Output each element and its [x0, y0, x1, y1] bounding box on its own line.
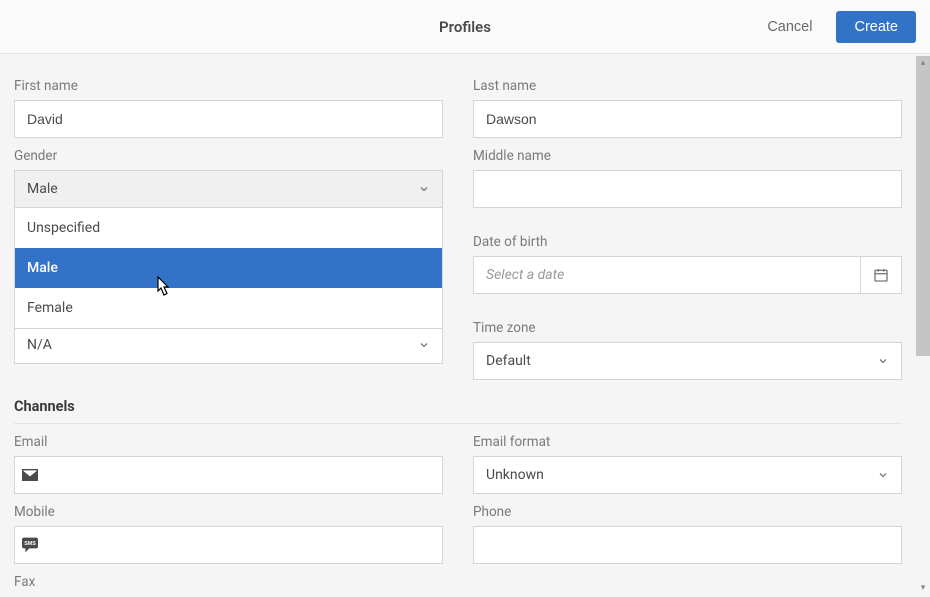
- first-name-label: First name: [14, 78, 443, 94]
- email-field: [14, 456, 443, 494]
- row-gender-middle: Gender Male Unspecified Male Female N/A: [14, 138, 902, 380]
- create-button[interactable]: Create: [836, 11, 916, 43]
- email-format-select[interactable]: Unknown: [473, 456, 902, 494]
- dob-label: Date of birth: [473, 234, 902, 250]
- mobile-field: SMS: [14, 526, 443, 564]
- gender-option-unspecified[interactable]: Unspecified: [15, 208, 442, 248]
- row-email: Email Email format Unknown: [14, 424, 902, 494]
- sms-icon: SMS: [22, 538, 38, 553]
- email-input[interactable]: [14, 456, 443, 494]
- chevron-down-icon: [877, 469, 889, 481]
- row-fax: Fax: [14, 564, 902, 596]
- email-label: Email: [14, 434, 443, 450]
- dob-field: Select a date: [473, 256, 902, 294]
- chevron-down-icon: [418, 183, 430, 195]
- channels-section-title: Channels: [14, 398, 902, 424]
- row-names: First name Last name: [14, 68, 902, 138]
- middle-name-label: Middle name: [473, 148, 902, 164]
- gender-option-female[interactable]: Female: [15, 288, 442, 328]
- page-title: Profiles: [439, 18, 491, 36]
- na-select[interactable]: N/A: [14, 326, 443, 364]
- phone-input[interactable]: [473, 526, 902, 564]
- svg-text:SMS: SMS: [24, 541, 36, 547]
- timezone-label: Time zone: [473, 320, 902, 336]
- row-mobile-phone: Mobile SMS Phone: [14, 494, 902, 564]
- na-select-value: N/A: [27, 337, 52, 353]
- timezone-select-value: Default: [486, 353, 531, 369]
- gender-select-value: Male: [27, 181, 58, 197]
- gender-option-male[interactable]: Male: [15, 248, 442, 288]
- form-body: First name Last name Gender Male Unspeci…: [0, 54, 916, 597]
- timezone-select[interactable]: Default: [473, 342, 902, 380]
- na-select-display[interactable]: N/A: [14, 326, 443, 364]
- header-actions: Cancel Create: [753, 11, 916, 43]
- chevron-down-icon: [418, 339, 430, 351]
- first-name-input[interactable]: [14, 100, 443, 138]
- fax-label: Fax: [14, 574, 443, 590]
- calendar-button[interactable]: [860, 256, 902, 294]
- gender-label: Gender: [14, 148, 443, 164]
- dialog-header: Profiles Cancel Create: [0, 0, 930, 54]
- chevron-down-icon: [877, 355, 889, 367]
- envelope-icon: [22, 469, 38, 481]
- email-format-label: Email format: [473, 434, 902, 450]
- mobile-input[interactable]: [14, 526, 443, 564]
- last-name-label: Last name: [473, 78, 902, 94]
- gender-dropdown-panel: Unspecified Male Female: [14, 208, 443, 329]
- middle-name-input[interactable]: [473, 170, 902, 208]
- mobile-label: Mobile: [14, 504, 443, 520]
- email-format-value: Unknown: [486, 467, 544, 483]
- gender-select-display[interactable]: Male: [14, 170, 443, 208]
- phone-label: Phone: [473, 504, 902, 520]
- scrollbar-arrow-down-icon[interactable]: ▾: [916, 581, 930, 595]
- scrollbar-arrow-up-icon[interactable]: ▴: [916, 56, 930, 70]
- last-name-input[interactable]: [473, 100, 902, 138]
- scrollbar-thumb[interactable]: [916, 56, 930, 356]
- timezone-select-display[interactable]: Default: [473, 342, 902, 380]
- cancel-button[interactable]: Cancel: [753, 11, 826, 43]
- calendar-icon: [873, 267, 889, 283]
- email-format-select-display[interactable]: Unknown: [473, 456, 902, 494]
- dob-input[interactable]: Select a date: [473, 256, 860, 294]
- gender-select[interactable]: Male Unspecified Male Female: [14, 170, 443, 208]
